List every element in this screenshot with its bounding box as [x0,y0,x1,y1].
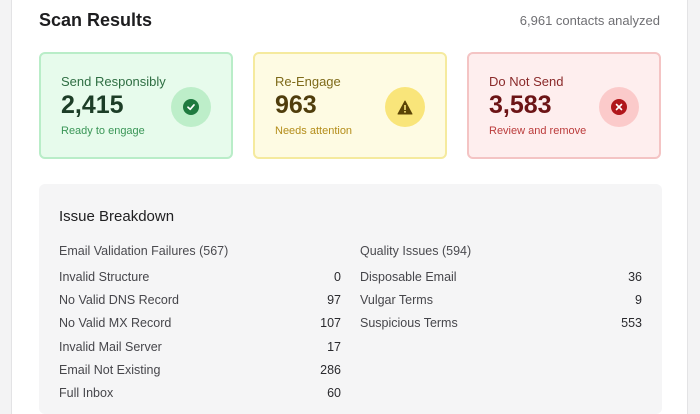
card-subtext: Review and remove [489,125,587,137]
issue-label: Vulgar Terms [360,293,433,308]
quality-issues-column: Quality Issues (594) Disposable Email 36 … [360,242,642,338]
list-item: Invalid Mail Server 17 [59,338,341,361]
card-label: Do Not Send [489,74,564,89]
contacts-analyzed-count: 6,961 contacts analyzed [519,13,660,28]
issue-label: No Valid DNS Record [59,293,179,308]
issue-label: Email Not Existing [59,362,161,377]
x-circle-icon [599,87,639,127]
issue-label: Disposable Email [360,270,457,284]
issue-label: Invalid Structure [59,270,150,284]
issue-count: 286 [320,362,341,377]
issue-label: Invalid Mail Server [59,339,162,354]
issue-count: 107 [320,316,341,331]
issue-label: Full Inbox [59,385,114,400]
card-label: Re-Engage [275,74,341,89]
list-item: Vulgar Terms 9 [360,291,642,314]
send-responsibly-card[interactable]: Send Responsibly 2,415 Ready to engage [39,52,233,159]
validation-failures-column: Email Validation Failures (567) Invalid … [59,242,341,407]
section-title: Issue Breakdown [59,208,175,225]
list-item: Disposable Email 36 [360,268,642,291]
column-heading: Email Validation Failures (567) [59,244,229,258]
card-subtext: Ready to engage [61,125,145,137]
issue-breakdown-section: Issue Breakdown Email Validation Failure… [39,184,662,414]
list-item: No Valid MX Record 107 [59,314,341,337]
issue-count: 36 [628,270,642,284]
issue-count: 553 [621,316,642,331]
list-item: Email Not Existing 286 [59,361,341,384]
column-heading: Quality Issues (594) [360,244,472,258]
warning-triangle-icon [385,87,425,127]
re-engage-card[interactable]: Re-Engage 963 Needs attention [253,52,447,159]
list-item: Full Inbox 60 [59,384,341,407]
card-subtext: Needs attention [275,125,353,137]
do-not-send-card[interactable]: Do Not Send 3,583 Review and remove [467,52,661,159]
check-circle-icon [171,87,211,127]
scan-results-panel: Scan Results 6,961 contacts analyzed Sen… [11,0,688,414]
card-label: Send Responsibly [61,74,166,89]
list-item: Invalid Structure 0 [59,268,341,291]
issue-count: 17 [327,339,341,354]
list-item: No Valid DNS Record 97 [59,291,341,314]
issue-count: 60 [327,385,341,400]
page-title: Scan Results [39,10,153,30]
issue-label: Suspicious Terms [360,316,458,331]
issue-count: 0 [334,270,341,284]
issue-label: No Valid MX Record [59,316,172,331]
list-item: Suspicious Terms 553 [360,314,642,337]
issue-count: 97 [327,293,341,308]
issue-count: 9 [635,293,642,308]
